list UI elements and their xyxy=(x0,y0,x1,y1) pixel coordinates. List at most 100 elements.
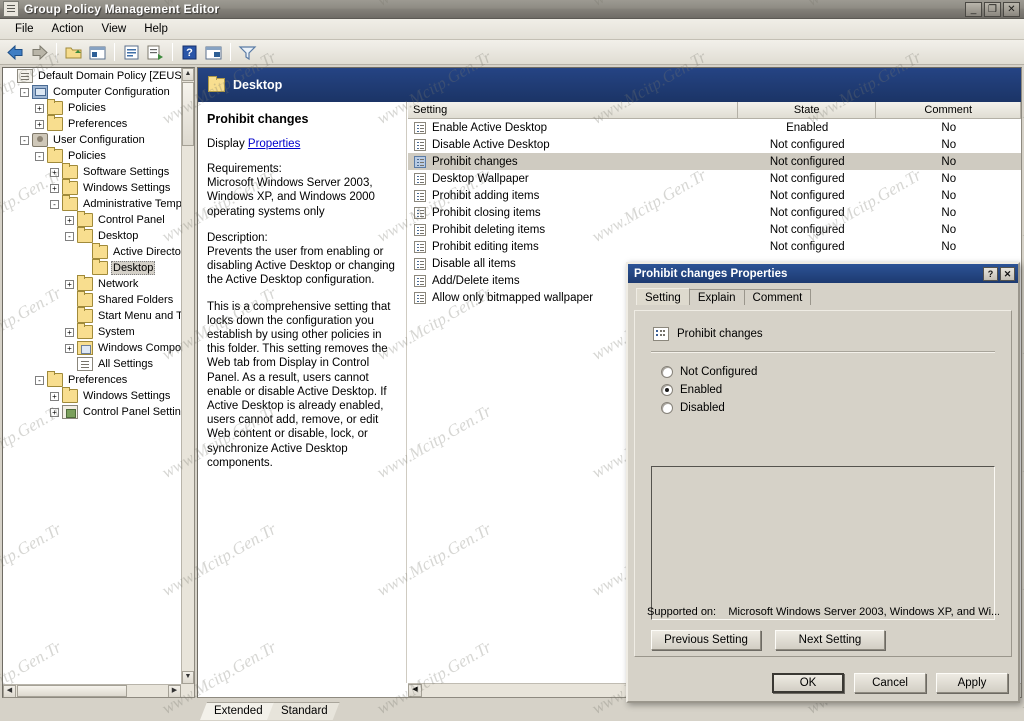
expand-toggle-icon[interactable]: + xyxy=(65,327,74,337)
help-icon[interactable]: ? xyxy=(178,41,201,63)
collapse-toggle-icon[interactable]: - xyxy=(35,151,44,161)
expand-toggle-icon[interactable]: + xyxy=(50,391,59,401)
table-row[interactable]: Prohibit deleting items Not configured No xyxy=(408,221,1021,238)
scroll-up-arrow[interactable]: ▲ xyxy=(182,68,194,81)
close-button[interactable]: ✕ xyxy=(1003,1,1020,17)
maximize-button[interactable]: ❐ xyxy=(984,1,1001,17)
expand-toggle-icon[interactable]: + xyxy=(35,119,44,129)
filter-icon[interactable] xyxy=(236,41,259,63)
cell-setting: Prohibit closing items xyxy=(408,206,738,219)
collapse-toggle-icon[interactable]: - xyxy=(20,135,29,145)
tree-item-desktop[interactable]: Desktop xyxy=(3,259,181,276)
tree-item-administrative-templat[interactable]: - Administrative Templat xyxy=(3,195,181,212)
tree-horizontal-scrollbar[interactable]: ◀ ▶ xyxy=(3,684,181,697)
forward-icon[interactable] xyxy=(28,41,51,63)
scroll-down-arrow[interactable]: ▼ xyxy=(182,671,194,684)
tree-item-desktop[interactable]: - Desktop xyxy=(3,227,181,244)
tree-hscroll-thumb[interactable] xyxy=(17,685,127,697)
expand-toggle-icon[interactable]: + xyxy=(50,407,59,417)
expand-toggle-icon[interactable]: + xyxy=(50,183,59,193)
radio-disabled-indicator[interactable] xyxy=(661,402,673,414)
radio-enabled[interactable]: Enabled xyxy=(661,381,999,399)
expand-toggle-icon[interactable]: + xyxy=(65,215,74,225)
column-header-setting[interactable]: Setting xyxy=(408,102,738,119)
expand-toggle-icon[interactable]: + xyxy=(65,343,74,353)
table-row[interactable]: Desktop Wallpaper Not configured No xyxy=(408,170,1021,187)
collapse-toggle-icon[interactable]: - xyxy=(50,199,59,209)
table-row[interactable]: Enable Active Desktop Enabled No xyxy=(408,119,1021,136)
tree-item-control-panel[interactable]: + Control Panel xyxy=(3,211,181,228)
scroll-right-arrow[interactable]: ▶ xyxy=(168,685,181,697)
scroll-left-arrow[interactable]: ◀ xyxy=(408,684,422,697)
up-folder-icon[interactable] xyxy=(62,41,85,63)
dialog-close-button[interactable]: ✕ xyxy=(1000,266,1015,281)
scroll-left-arrow[interactable]: ◀ xyxy=(3,685,16,697)
menu-item-help[interactable]: Help xyxy=(135,21,177,37)
tree-vscroll-thumb[interactable] xyxy=(182,82,194,146)
tree-item-computer-configuration[interactable]: - Computer Configuration xyxy=(3,84,181,100)
ok-button[interactable]: OK xyxy=(772,673,844,693)
user-icon xyxy=(32,133,48,147)
cell-comment: No xyxy=(941,189,957,202)
tab-extended[interactable]: Extended xyxy=(200,702,275,720)
export-list-icon[interactable] xyxy=(144,41,167,63)
table-row[interactable]: Disable Active Desktop Not configured No xyxy=(408,136,1021,153)
tree-item-shared-folders[interactable]: Shared Folders xyxy=(3,291,181,308)
radio-not-configured-label: Not Configured xyxy=(680,366,758,378)
tree-item-preferences[interactable]: + Preferences xyxy=(3,115,181,132)
dialog-tab-comment[interactable]: Comment xyxy=(743,289,812,305)
expand-toggle-icon[interactable]: + xyxy=(50,167,59,177)
properties-link[interactable]: Properties xyxy=(248,138,300,150)
dialog-tab-setting[interactable]: Setting xyxy=(636,288,690,305)
expand-toggle-icon[interactable]: + xyxy=(65,279,74,289)
expand-toggle-icon[interactable]: + xyxy=(35,103,44,113)
minimize-button[interactable]: _ xyxy=(965,1,982,17)
collapse-toggle-icon[interactable]: - xyxy=(20,87,29,97)
table-row[interactable]: Prohibit changes Not configured No xyxy=(408,153,1021,170)
menu-item-file[interactable]: File xyxy=(6,21,43,37)
previous-setting-button[interactable]: Previous Setting xyxy=(651,630,761,650)
column-header-state[interactable]: State xyxy=(737,102,877,119)
dialog-help-button[interactable]: ? xyxy=(983,266,998,281)
radio-enabled-indicator[interactable] xyxy=(661,384,673,396)
table-row[interactable]: Prohibit closing items Not configured No xyxy=(408,204,1021,221)
collapse-toggle-icon[interactable]: - xyxy=(35,375,44,385)
radio-not-configured[interactable]: Not Configured xyxy=(661,363,999,381)
menu-item-view[interactable]: View xyxy=(93,21,136,37)
tree-item-control-panel-settings[interactable]: + Control Panel Settings xyxy=(3,404,181,420)
tab-standard[interactable]: Standard xyxy=(267,702,340,720)
tree-item-windows-compone[interactable]: + Windows Compone xyxy=(3,340,181,356)
dialog-tab-explain[interactable]: Explain xyxy=(688,289,745,305)
tree-item-all-settings[interactable]: All Settings xyxy=(3,356,181,372)
show-hide-tree-icon[interactable] xyxy=(86,41,109,63)
column-header-comment[interactable]: Comment xyxy=(876,102,1021,119)
apply-button[interactable]: Apply xyxy=(936,673,1008,693)
tree-item-windows-settings[interactable]: + Windows Settings xyxy=(3,387,181,404)
table-row[interactable]: Prohibit adding items Not configured No xyxy=(408,187,1021,204)
properties-icon[interactable] xyxy=(120,41,143,63)
tree-item-policies[interactable]: + Policies xyxy=(3,99,181,116)
back-icon[interactable] xyxy=(4,41,27,63)
tree-item-system[interactable]: + System xyxy=(3,323,181,340)
tree-vertical-scrollbar[interactable]: ▲ ▼ xyxy=(181,68,194,684)
tree-item-network[interactable]: + Network xyxy=(3,275,181,292)
menu-item-action[interactable]: Action xyxy=(43,21,93,37)
tree-item-windows-settings[interactable]: + Windows Settings xyxy=(3,179,181,196)
radio-not-configured-indicator[interactable] xyxy=(661,366,673,378)
console-tree[interactable]: Default Domain Policy [ZEUS.OLIMP-Comput… xyxy=(3,68,181,684)
collapse-toggle-icon[interactable]: - xyxy=(65,231,74,241)
next-setting-button[interactable]: Next Setting xyxy=(775,630,885,650)
cancel-button[interactable]: Cancel xyxy=(854,673,926,693)
tree-item-preferences[interactable]: - Preferences xyxy=(3,371,181,388)
tree-item-default-domain-policy-zeus-olimp[interactable]: Default Domain Policy [ZEUS.OLIMP xyxy=(3,68,181,84)
show-details-icon[interactable] xyxy=(202,41,225,63)
tree-item-user-configuration[interactable]: - User Configuration xyxy=(3,132,181,148)
properties-dialog: Prohibit changes Properties ? ✕ Setting … xyxy=(626,262,1020,703)
tree-item-active-director[interactable]: Active Director xyxy=(3,243,181,260)
tree-item-start-menu-and-ta[interactable]: Start Menu and Ta xyxy=(3,307,181,324)
tree-item-software-settings[interactable]: + Software Settings xyxy=(3,163,181,180)
tree-item-policies[interactable]: - Policies xyxy=(3,147,181,164)
cell-setting-label: Disable all items xyxy=(432,257,516,270)
table-row[interactable]: Prohibit editing items Not configured No xyxy=(408,238,1021,255)
radio-disabled[interactable]: Disabled xyxy=(661,399,999,417)
